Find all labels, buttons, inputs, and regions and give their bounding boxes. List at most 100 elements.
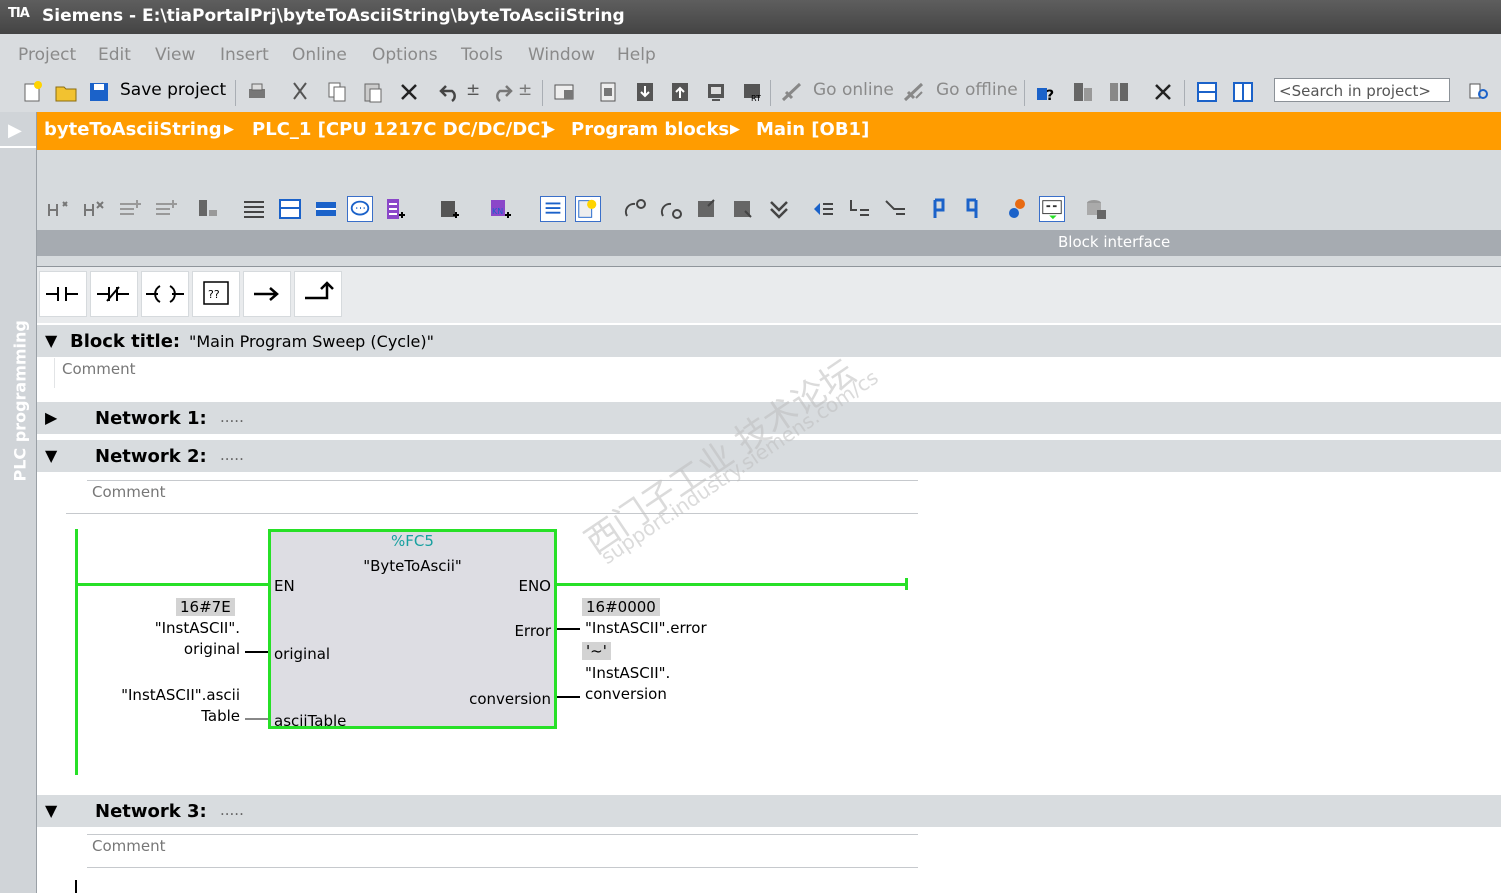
empty-box-button[interactable]: ??	[192, 271, 240, 317]
menu-online[interactable]: Online	[292, 45, 347, 65]
conversion-tag-line2[interactable]: conversion	[585, 685, 667, 703]
goto-previous-error-icon[interactable]	[658, 196, 684, 222]
goto-next-error-icon[interactable]	[694, 196, 720, 222]
block-list-icon[interactable]	[540, 196, 566, 222]
open-branch-button[interactable]	[243, 271, 291, 317]
paste-icon[interactable]	[361, 80, 385, 104]
database-icon[interactable]	[1083, 196, 1109, 222]
network-2-comment[interactable]: Comment	[92, 483, 166, 501]
original-tag-line1[interactable]: "InstASCII".	[155, 619, 240, 637]
open-block-icon[interactable]	[622, 196, 648, 222]
download-to-device-icon[interactable]	[633, 80, 657, 104]
menu-tools[interactable]: Tools	[461, 45, 503, 65]
breadcrumb-main-ob1[interactable]: Main [OB1]	[756, 119, 869, 140]
delete-network-icon[interactable]	[81, 196, 107, 222]
print-icon[interactable]	[245, 80, 269, 104]
search-project-icon[interactable]	[1467, 80, 1491, 104]
absolute-operands-icon[interactable]	[241, 196, 267, 222]
block-title-value[interactable]: "Main Program Sweep (Cycle)"	[189, 332, 434, 351]
compile-icon[interactable]	[596, 80, 620, 104]
block-comment[interactable]: Comment	[62, 360, 136, 378]
save-icon[interactable]	[87, 80, 111, 104]
monitoring-icon[interactable]: KN	[487, 196, 513, 222]
ascii-table-tag-line1[interactable]: "InstASCII".ascii	[121, 686, 240, 704]
upload-from-device-icon[interactable]	[668, 80, 692, 104]
insert-input-icon[interactable]	[846, 196, 872, 222]
original-tag-line2[interactable]: original	[184, 640, 240, 658]
update-calls-icon[interactable]	[730, 196, 756, 222]
normally-closed-contact-button[interactable]	[90, 271, 138, 317]
expand-arrow-icon[interactable]: ▶	[45, 408, 57, 427]
search-project-input[interactable]: <Search in project>	[1274, 78, 1450, 102]
network-2-title[interactable]: .....	[220, 446, 244, 464]
monitoring-on-off-icon[interactable]	[925, 196, 951, 222]
menu-edit[interactable]: Edit	[98, 45, 131, 65]
undo-dropdown-icon[interactable]: ±	[466, 80, 480, 100]
fc-name[interactable]: "ByteToAscii"	[271, 557, 554, 575]
block-interface-splitter[interactable]	[37, 256, 1501, 267]
reset-start-values-icon[interactable]	[195, 196, 221, 222]
menu-view[interactable]: View	[155, 45, 195, 65]
go-offline-button[interactable]: Go offline	[936, 80, 1018, 100]
block-title-row[interactable]: ▼ Block title: "Main Program Sweep (Cycl…	[37, 325, 1501, 357]
network-1-title[interactable]: .....	[220, 408, 244, 426]
conversion-tag-line1[interactable]: "InstASCII".	[585, 664, 670, 682]
show-favorites-icon[interactable]	[437, 196, 463, 222]
collapse-arrow-icon[interactable]: ▼	[45, 446, 57, 465]
collapse-arrow-icon[interactable]: ▼	[45, 801, 57, 820]
redo-dropdown-icon[interactable]: ±	[518, 80, 532, 100]
favorites-icon[interactable]	[277, 196, 303, 222]
copy-icon[interactable]	[325, 80, 349, 104]
delete-icon[interactable]	[397, 80, 421, 104]
network-comments-icon[interactable]	[347, 196, 373, 222]
network-3-title[interactable]: .....	[220, 801, 244, 819]
save-project-button[interactable]: Save project	[120, 80, 226, 100]
monitoring-view-icon[interactable]	[1039, 196, 1065, 222]
compare-icon[interactable]	[1107, 80, 1131, 104]
breadcrumb-project[interactable]: byteToAsciiString	[44, 119, 222, 140]
side-panel-plc-programming[interactable]: ▶ PLC programming	[0, 112, 37, 893]
menu-insert[interactable]: Insert	[220, 45, 269, 65]
start-runtime-icon[interactable]: RT	[740, 80, 764, 104]
go-online-icon[interactable]	[780, 80, 804, 104]
split-editor-icon[interactable]	[552, 80, 576, 104]
menu-project[interactable]: Project	[18, 45, 76, 65]
network-3-comment[interactable]: Comment	[92, 837, 166, 855]
start-simulation-icon[interactable]	[704, 80, 728, 104]
redo-icon[interactable]	[490, 80, 514, 104]
function-block-bytetoascii[interactable]: %FC5 "ByteToAscii" EN ENO original ascii…	[268, 529, 557, 730]
breadcrumb-program-blocks[interactable]: Program blocks	[571, 119, 729, 140]
insert-row-icon[interactable]	[117, 196, 143, 222]
menu-window[interactable]: Window	[528, 45, 595, 65]
normally-open-contact-button[interactable]	[39, 271, 87, 317]
error-tag[interactable]: "InstASCII".error	[585, 619, 707, 637]
network-3-header[interactable]: ▼ Network 3: .....	[37, 795, 1501, 827]
add-row-icon[interactable]	[153, 196, 179, 222]
breadcrumb-plc[interactable]: PLC_1 [CPU 1217C DC/DC/DC]	[252, 119, 549, 140]
ascii-table-tag-line2[interactable]: Table	[201, 707, 240, 725]
insert-network-icon[interactable]	[45, 196, 71, 222]
call-environment-icon[interactable]	[1004, 196, 1030, 222]
assignment-coil-button[interactable]	[141, 271, 189, 317]
split-vertical-icon[interactable]	[1231, 80, 1255, 104]
menu-options[interactable]: Options	[372, 45, 438, 65]
block-favorites-icon[interactable]	[575, 196, 601, 222]
insert-instruction-icon[interactable]	[810, 196, 836, 222]
menu-help[interactable]: Help	[617, 45, 656, 65]
collapse-arrow-icon[interactable]: ▼	[45, 331, 57, 350]
open-branch-icon[interactable]	[882, 196, 908, 222]
accessible-devices-icon[interactable]: ?	[1034, 80, 1058, 104]
download-block-icon[interactable]	[766, 196, 792, 222]
block-interface-bar[interactable]: Block interface	[37, 230, 1501, 256]
new-project-icon[interactable]	[20, 80, 44, 104]
close-branch-button[interactable]	[294, 271, 342, 317]
expand-all-icon[interactable]	[313, 196, 339, 222]
go-online-button[interactable]: Go online	[813, 80, 894, 100]
go-offline-icon[interactable]	[902, 80, 926, 104]
split-horizontal-icon[interactable]	[1195, 80, 1219, 104]
tag-information-icon[interactable]	[383, 196, 409, 222]
expand-panel-icon[interactable]: ▶	[8, 120, 22, 141]
cut-icon[interactable]	[288, 80, 312, 104]
open-project-icon[interactable]	[54, 80, 78, 104]
cross-reference-icon[interactable]	[1071, 80, 1095, 104]
